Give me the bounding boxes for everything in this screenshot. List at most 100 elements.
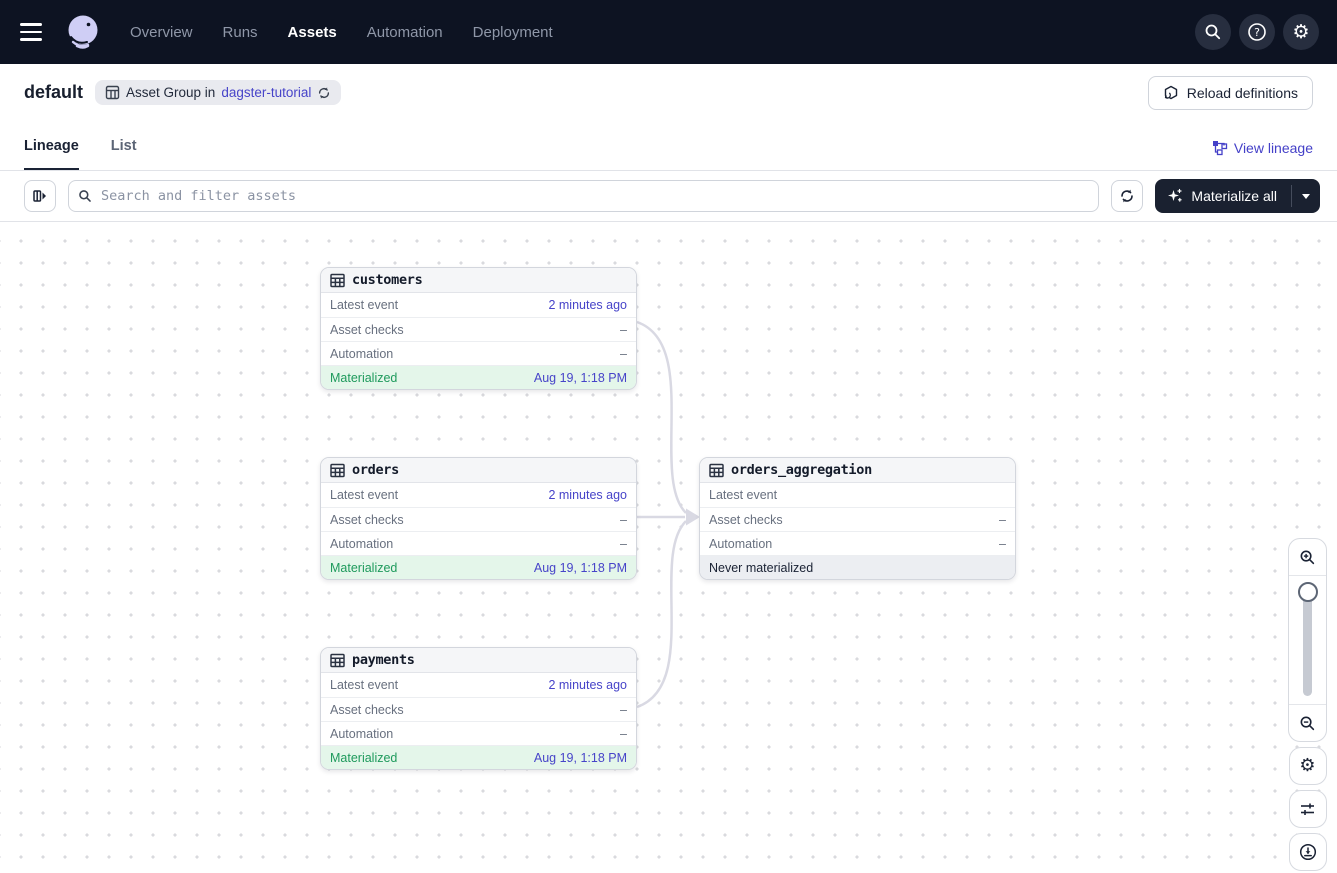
dagster-app: Overview Runs Assets Automation Deployme… [0, 0, 1337, 873]
materialize-options-button[interactable] [1292, 179, 1320, 213]
dagster-logo[interactable] [64, 13, 102, 51]
edge-arrowhead [686, 509, 700, 526]
nav-item-overview[interactable]: Overview [130, 24, 193, 41]
latest-event-row: Latest event 2 minutes ago [321, 673, 636, 697]
materialize-all-button[interactable]: Materialize all [1155, 179, 1291, 213]
automation-value: – [999, 537, 1006, 551]
asset-node-header[interactable]: customers [321, 268, 636, 293]
status-badge: Never materialized [709, 561, 813, 575]
hamburger-menu-icon[interactable] [20, 18, 48, 46]
zoom-slider-thumb[interactable] [1298, 582, 1318, 602]
automation-row: Automation – [321, 531, 636, 555]
search-input[interactable] [68, 180, 1099, 212]
nav-item-deployment[interactable]: Deployment [473, 24, 553, 41]
page-title: default [24, 82, 83, 103]
nav-item-assets[interactable]: Assets [288, 24, 337, 41]
sidebar-toggle-button[interactable] [24, 180, 56, 212]
zoom-in-icon [1299, 549, 1316, 566]
help-button[interactable]: ? [1239, 14, 1275, 50]
zoom-out-button[interactable] [1289, 704, 1326, 741]
nav-item-runs[interactable]: Runs [223, 24, 258, 41]
latest-event-value[interactable]: 2 minutes ago [548, 298, 627, 312]
table-icon [330, 463, 345, 478]
table-icon [105, 85, 120, 100]
asset-checks-row: Asset checks – [321, 507, 636, 531]
asset-node-header[interactable]: payments [321, 648, 636, 673]
asset-node-header[interactable]: orders_aggregation [700, 458, 1015, 483]
badge-prefix: Asset Group in [126, 85, 215, 100]
refresh-icon[interactable] [317, 86, 331, 100]
refresh-graph-button[interactable] [1111, 180, 1143, 212]
tab-lineage[interactable]: Lineage [24, 138, 79, 170]
settings-button[interactable]: ⚙ [1283, 14, 1319, 50]
recenter-view-button[interactable] [1289, 833, 1327, 871]
automation-row: Automation – [700, 531, 1015, 555]
asset-node-header[interactable]: orders [321, 458, 636, 483]
nav-item-automation[interactable]: Automation [367, 24, 443, 41]
zoom-out-icon [1299, 715, 1316, 732]
asset-node-customers[interactable]: customers Latest event 2 minutes ago Ass… [320, 267, 637, 390]
arrow-down-circle-icon [1299, 843, 1317, 861]
asset-name: customers [352, 272, 422, 288]
zoom-in-button[interactable] [1289, 539, 1326, 576]
tabs-row: Lineage List View lineage [0, 121, 1337, 171]
lineage-graph-icon [1212, 140, 1228, 156]
edge-payments-to-orders-aggregation [637, 521, 686, 707]
latest-event-row: Latest event 2 minutes ago [321, 483, 636, 507]
status-badge: Materialized [330, 371, 397, 385]
status-row: Materialized Aug 19, 1:18 PM [321, 745, 636, 769]
table-icon [330, 653, 345, 668]
graph-filters-button[interactable] [1289, 790, 1327, 828]
latest-event-row: Latest event 2 minutes ago [321, 293, 636, 317]
automation-value: – [620, 537, 627, 551]
asset-node-orders-aggregation[interactable]: orders_aggregation Latest event Asset ch… [699, 457, 1016, 580]
asset-node-orders[interactable]: orders Latest event 2 minutes ago Asset … [320, 457, 637, 580]
status-timestamp[interactable]: Aug 19, 1:18 PM [534, 751, 627, 765]
status-timestamp[interactable]: Aug 19, 1:18 PM [534, 371, 627, 385]
automation-value: – [620, 727, 627, 741]
status-timestamp[interactable]: Aug 19, 1:18 PM [534, 561, 627, 575]
status-row: Materialized Aug 19, 1:18 PM [321, 365, 636, 389]
asset-checks-row: Asset checks – [321, 317, 636, 341]
search-icon [1204, 23, 1222, 41]
asset-node-payments[interactable]: payments Latest event 2 minutes ago Asse… [320, 647, 637, 770]
materialize-all-label: Materialize all [1191, 188, 1277, 204]
table-icon [330, 273, 345, 288]
graph-settings-button[interactable]: ⚙ [1289, 747, 1327, 785]
status-badge: Materialized [330, 561, 397, 575]
gear-icon: ⚙ [1292, 23, 1309, 42]
asset-group-badge[interactable]: Asset Group in dagster-tutorial [95, 80, 341, 105]
reload-definitions-label: Reload definitions [1187, 85, 1298, 101]
canvas-controls: ⚙ [1288, 538, 1327, 871]
status-row: Materialized Aug 19, 1:18 PM [321, 555, 636, 579]
asset-name: orders_aggregation [731, 462, 872, 478]
svg-text:?: ? [1254, 26, 1260, 39]
help-icon: ? [1247, 22, 1267, 42]
lineage-toolbar: Materialize all [0, 171, 1337, 222]
code-location-link[interactable]: dagster-tutorial [221, 85, 311, 100]
status-row: Never materialized [700, 555, 1015, 579]
asset-name: orders [352, 462, 399, 478]
lineage-canvas[interactable]: customers Latest event 2 minutes ago Ass… [0, 222, 1337, 873]
refresh-icon [1119, 188, 1135, 204]
status-badge: Materialized [330, 751, 397, 765]
top-nav: Overview Runs Assets Automation Deployme… [0, 0, 1337, 64]
latest-event-row: Latest event [700, 483, 1015, 507]
view-lineage-label: View lineage [1234, 140, 1313, 156]
search-button[interactable] [1195, 14, 1231, 50]
lineage-edges [0, 222, 1337, 873]
asset-checks-value: – [620, 513, 627, 527]
sparkle-icon [1167, 188, 1183, 204]
asset-checks-row: Asset checks – [321, 697, 636, 721]
zoom-slider[interactable] [1289, 576, 1326, 704]
latest-event-value[interactable]: 2 minutes ago [548, 488, 627, 502]
reload-definitions-button[interactable]: Reload definitions [1148, 76, 1313, 110]
latest-event-value[interactable]: 2 minutes ago [548, 678, 627, 692]
tab-list[interactable]: List [111, 138, 137, 170]
automation-row: Automation – [321, 721, 636, 745]
search-icon [78, 189, 92, 203]
zoom-control [1288, 538, 1327, 742]
view-lineage-link[interactable]: View lineage [1212, 140, 1313, 170]
table-icon [709, 463, 724, 478]
chevron-down-icon [1302, 194, 1310, 199]
